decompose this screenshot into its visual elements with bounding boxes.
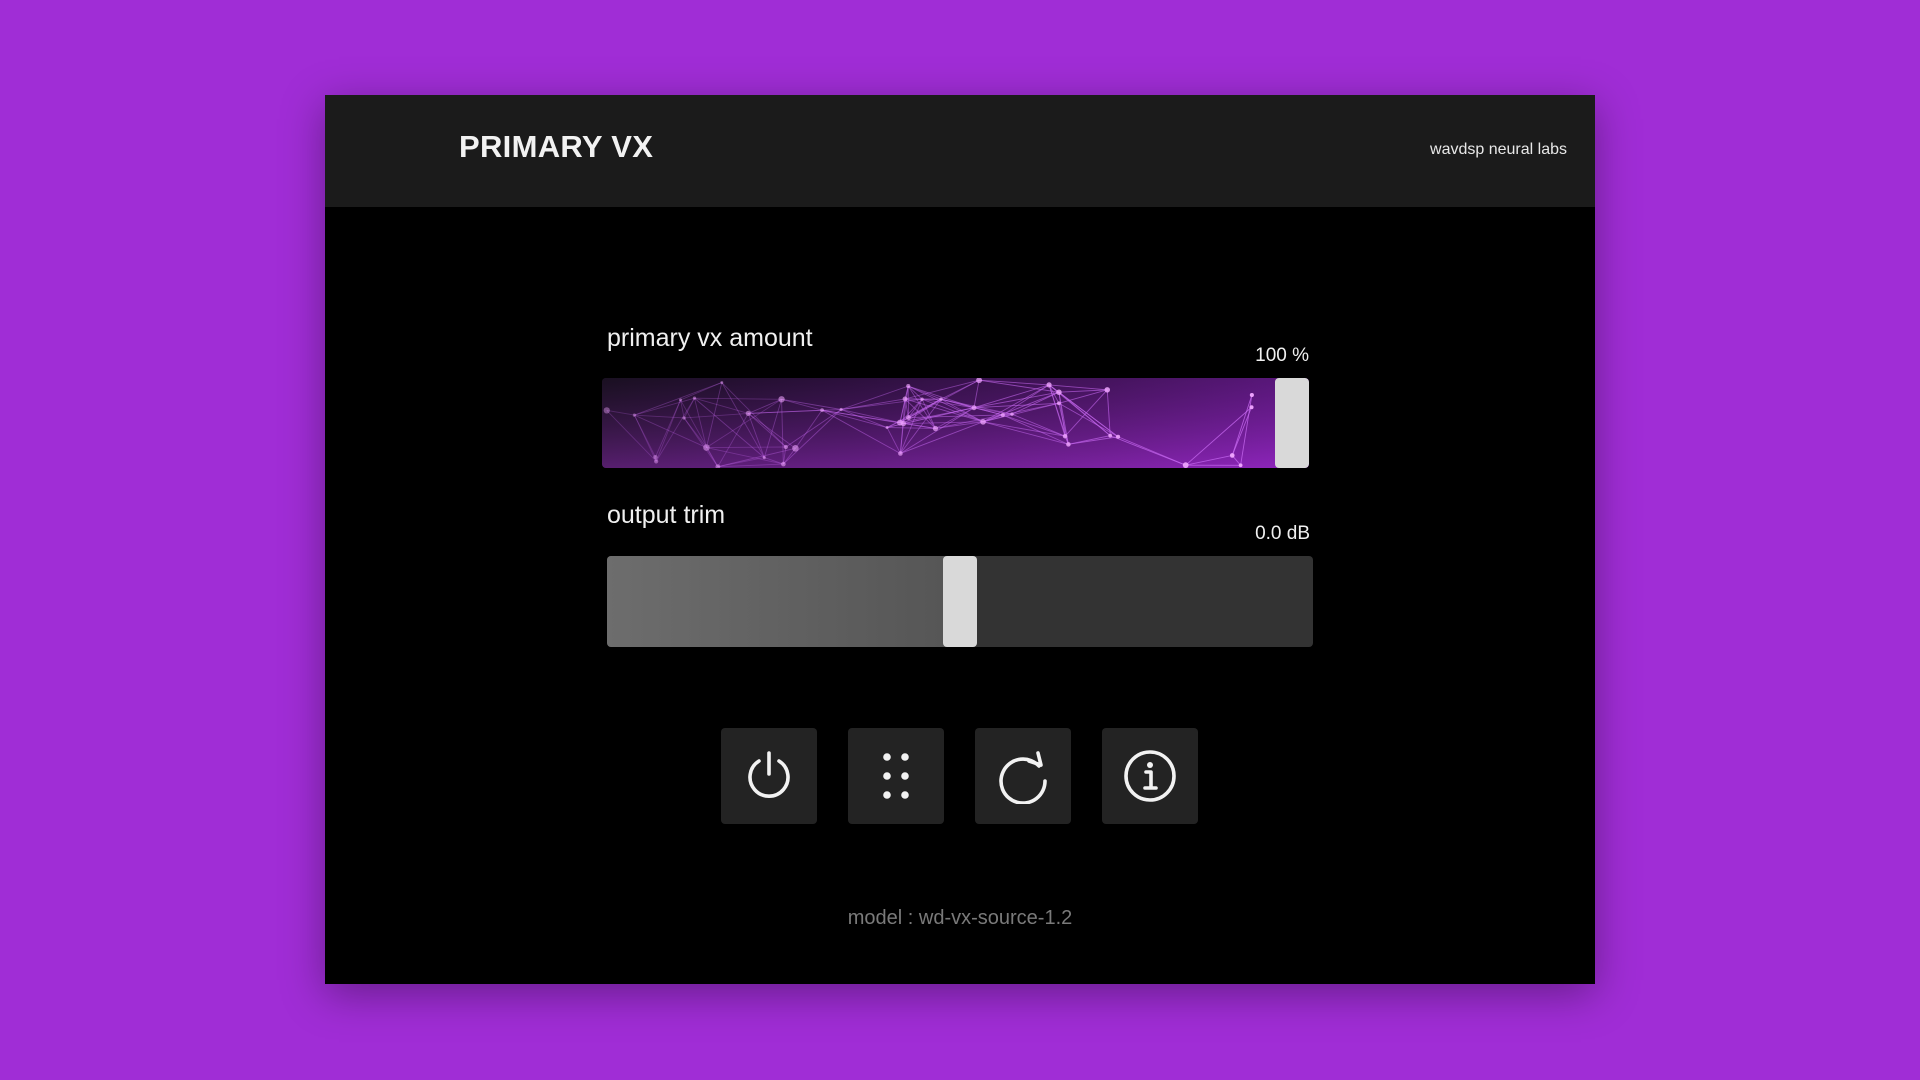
texture-dot (896, 419, 904, 426)
texture-dot (678, 398, 683, 402)
texture-dot (632, 413, 637, 417)
vendor-name: wavdsp neural labs (1430, 141, 1567, 158)
texture-dot (653, 454, 658, 460)
info-icon (1124, 750, 1176, 802)
app-title: PRIMARY VX (459, 129, 654, 164)
model-info: model : wd-vx-source-1.2 (847, 907, 1073, 929)
trim-slider-fill (607, 556, 960, 647)
texture-dot (781, 461, 786, 467)
texture-dot (603, 407, 610, 414)
texture-dot (1056, 389, 1062, 395)
texture-dot (839, 407, 843, 412)
texture-dot (885, 426, 889, 430)
texture-dot (906, 384, 911, 389)
texture-dot (1115, 434, 1121, 439)
texture-dot (692, 396, 697, 400)
texture-dot (1062, 433, 1068, 439)
texture-dot (932, 425, 939, 432)
trim-slider[interactable] (607, 556, 1313, 647)
texture-dot (682, 416, 686, 420)
texture-dot (1046, 382, 1052, 388)
texture-dot (898, 451, 903, 456)
texture-dot (1249, 392, 1254, 398)
texture-dot (778, 396, 785, 403)
texture-dot (1010, 412, 1014, 416)
texture-dot (762, 456, 766, 460)
texture-dot (1238, 463, 1243, 468)
texture-dot (1000, 412, 1005, 417)
menu-button[interactable] (848, 728, 944, 824)
texture-dot (1056, 401, 1061, 406)
texture-dot (906, 415, 911, 420)
texture-dot (720, 381, 724, 384)
amount-value: 100 % (1255, 345, 1309, 366)
texture-dot (1066, 442, 1071, 447)
texture-dot (1249, 405, 1254, 410)
trim-slider-thumb[interactable] (943, 556, 977, 647)
texture-dot (980, 419, 986, 425)
amount-slider[interactable] (602, 378, 1309, 468)
info-button[interactable] (1102, 728, 1198, 824)
power-button[interactable] (721, 728, 817, 824)
texture-dot (939, 397, 943, 401)
amount-slider-texture (602, 378, 1309, 468)
texture-dot (971, 405, 977, 411)
texture-dot (703, 444, 710, 451)
texture-dot (920, 397, 924, 401)
trim-label: output trim (607, 501, 726, 529)
texture-dot (902, 396, 908, 402)
texture-dot (820, 408, 824, 413)
header-bar: PRIMARY VX wavdsp neural labs (325, 95, 1595, 207)
texture-line (706, 446, 786, 449)
texture-dot (1182, 462, 1189, 468)
texture-dot (654, 459, 659, 464)
reload-icon (999, 751, 1047, 804)
texture-dot (1104, 387, 1111, 393)
waveform-logo-icon (346, 120, 444, 182)
texture-dot (1229, 453, 1235, 458)
trim-value: 0.0 dB (1255, 523, 1310, 544)
amount-slider-thumb[interactable] (1275, 378, 1309, 468)
grid-dots-icon (883, 753, 909, 799)
plugin-window: PRIMARY VX wavdsp neural labs primary vx… (325, 95, 1595, 984)
amount-label: primary vx amount (607, 324, 813, 352)
texture-dot (783, 444, 788, 450)
texture-dot (792, 445, 799, 452)
reset-button[interactable] (975, 728, 1071, 824)
texture-dot (745, 410, 751, 417)
texture-dot (1108, 433, 1113, 438)
power-icon (748, 751, 790, 798)
